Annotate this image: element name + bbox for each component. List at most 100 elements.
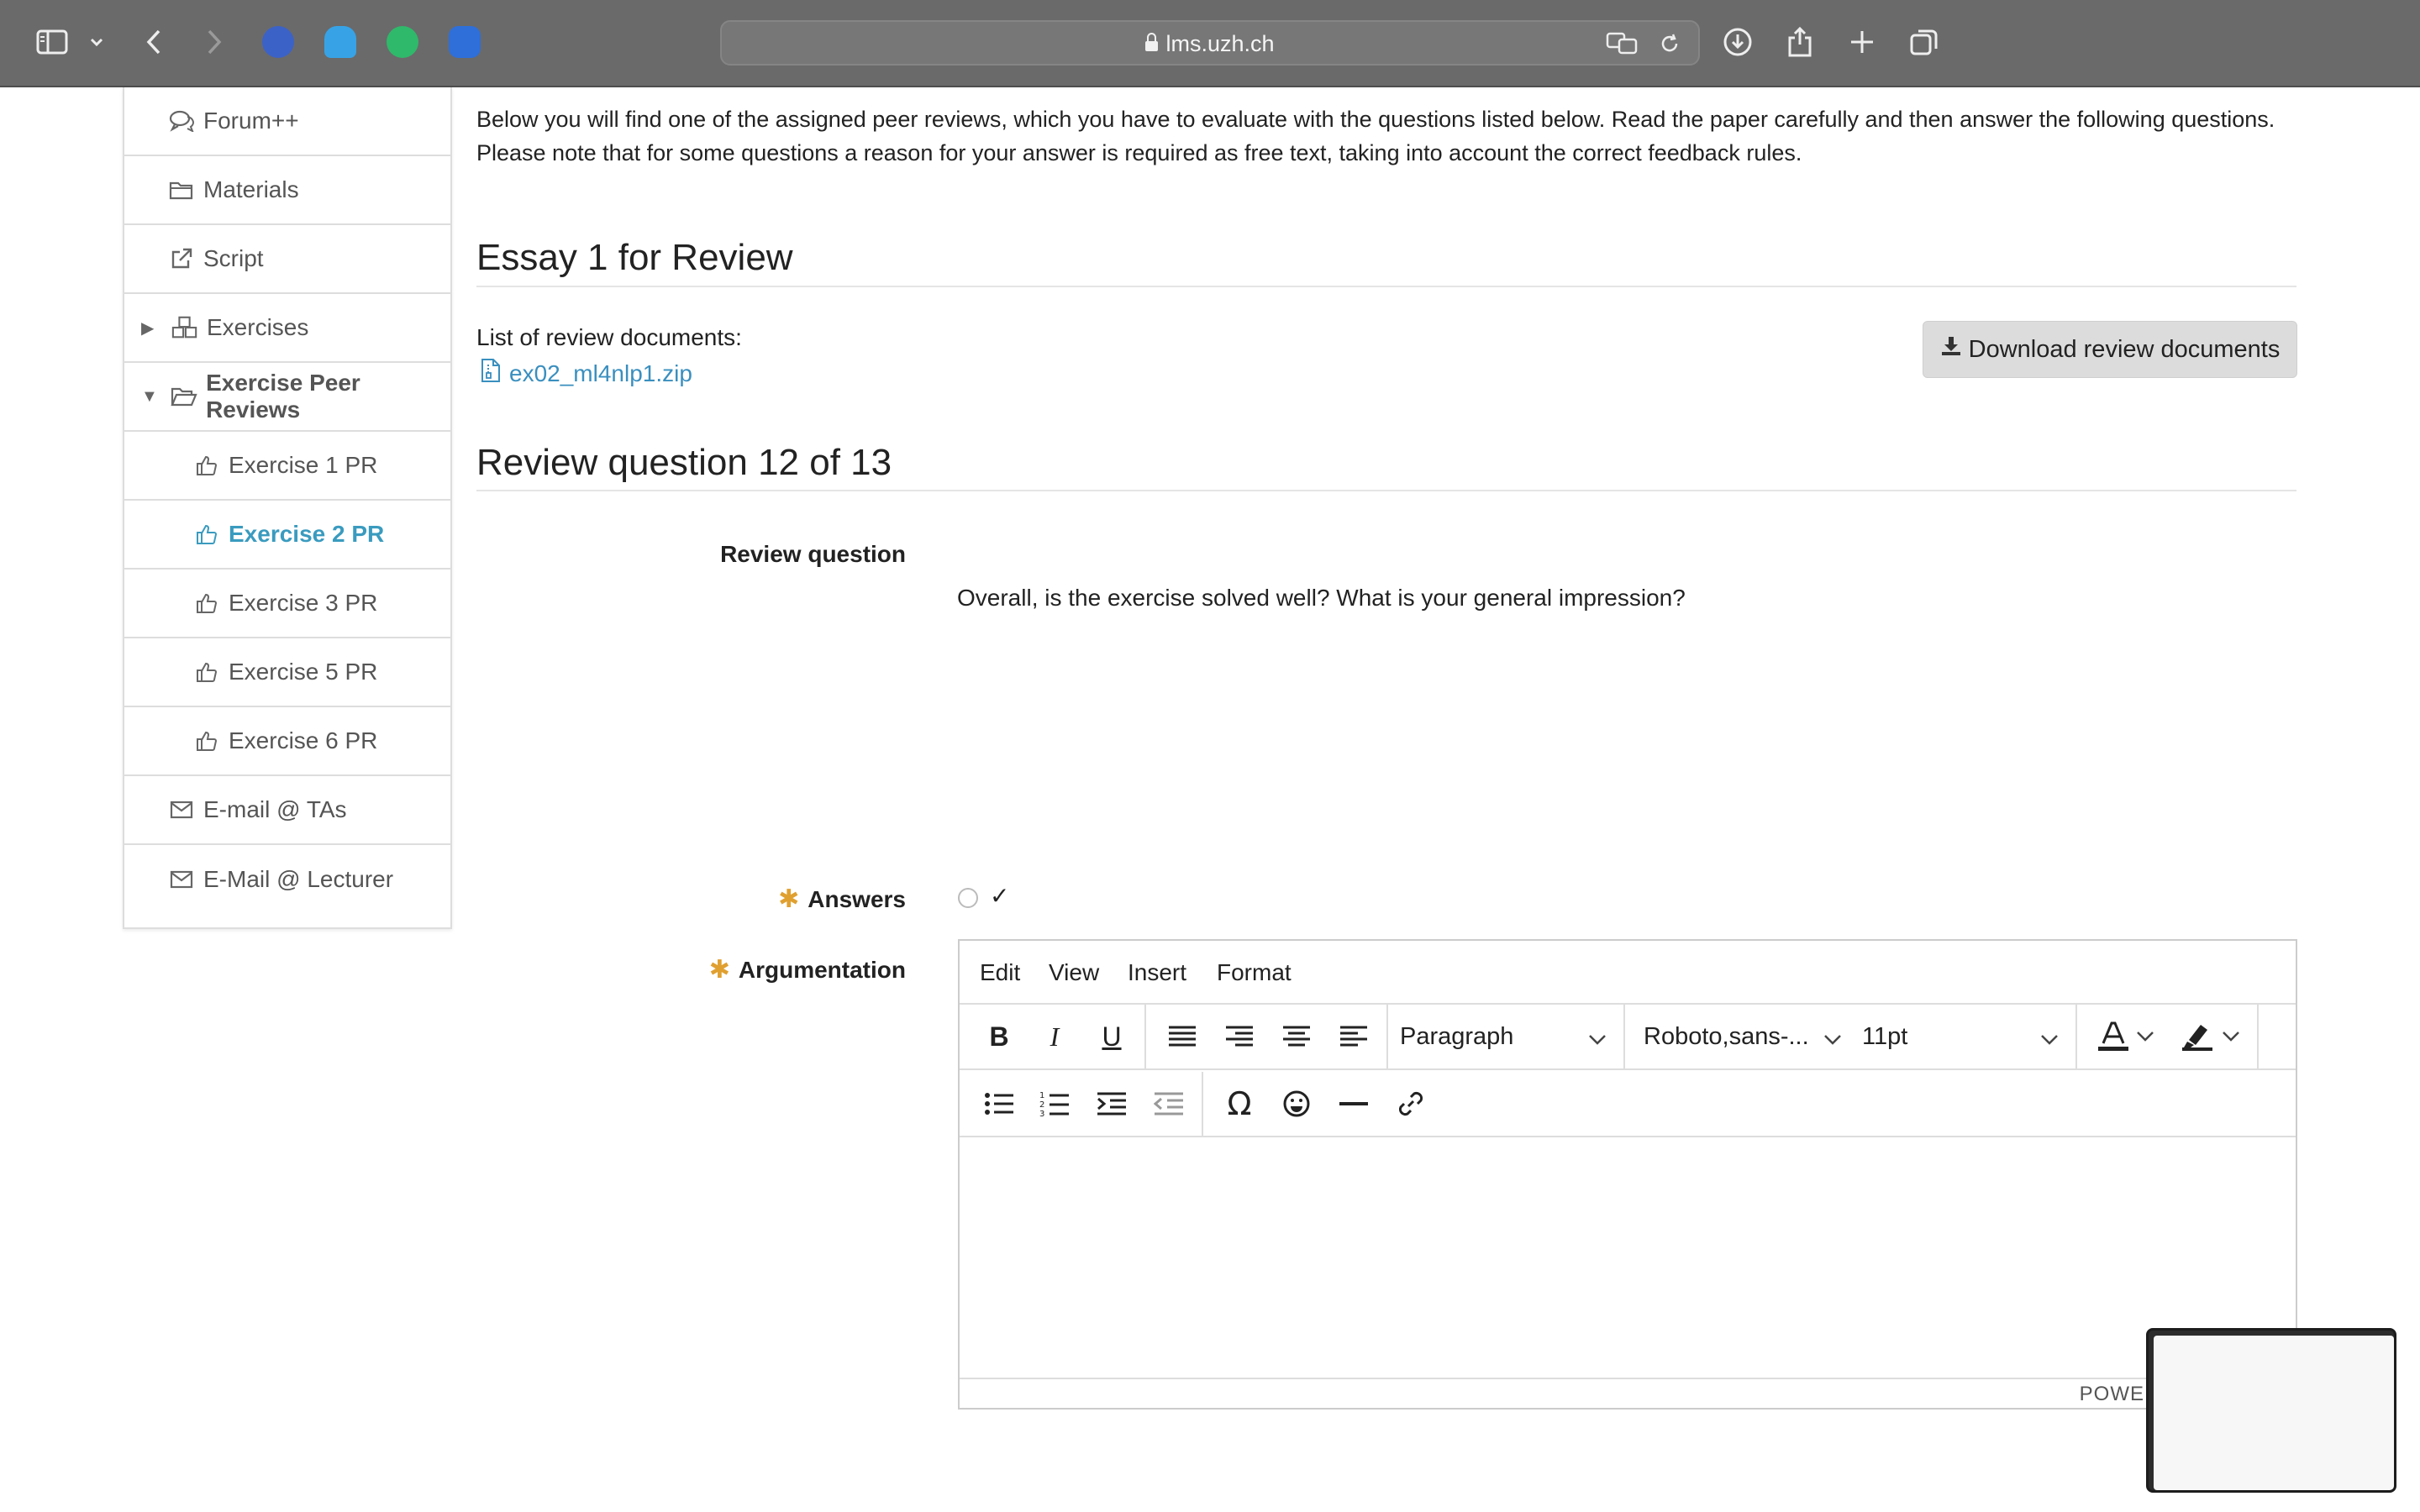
text-color-icon [2098,1021,2128,1051]
forward-icon[interactable] [202,22,227,62]
align-right-icon [1226,1026,1253,1047]
share-icon[interactable] [1783,22,1817,62]
numbered-list-icon: 123 [1039,1091,1069,1117]
sidebar-item-exercise-1-pr[interactable]: Exercise 1 PR [124,432,450,501]
sidebar-item-exercises[interactable]: ▶ Exercises [124,294,450,363]
chevron-down-icon [2040,1025,2059,1053]
reload-icon[interactable] [1658,32,1681,60]
font-size-value: 11pt [1862,1022,1908,1050]
align-center-button[interactable] [1269,1005,1324,1068]
chat-icon [168,110,195,132]
sidebar-item-label: Exercise 6 PR [229,727,378,753]
chevron-down-icon[interactable] [87,22,106,62]
lock-icon [1145,33,1159,51]
sidebar-toggle-icon[interactable] [34,22,71,62]
sidebar-item-materials[interactable]: Materials [124,156,450,225]
tab-overview-icon[interactable] [1907,22,1941,62]
svg-text:2: 2 [1039,1100,1044,1110]
sidebar-item-label: Materials [203,176,299,202]
svg-text:3: 3 [1039,1110,1044,1117]
sidebar-item-exercise-peer-reviews[interactable]: ▼ Exercise Peer Reviews [124,363,450,432]
align-center-icon [1283,1026,1310,1047]
sidebar-item-email-lecturer[interactable]: E-Mail @ Lecturer [124,845,450,914]
folder-open-icon [171,386,197,407]
sidebar-item-label: Exercise 2 PR [229,521,385,547]
sidebar-item-label: Forum++ [203,108,299,134]
highlight-color-button[interactable] [2170,1005,2225,1068]
insert-link-button[interactable] [1383,1072,1439,1136]
screenshot-thumbnail-preview[interactable] [2146,1328,2396,1493]
indent-button[interactable] [1084,1072,1139,1136]
editor-content-area[interactable] [960,1137,2296,1378]
svg-text:1: 1 [1039,1091,1044,1100]
menu-insert[interactable]: Insert [1128,959,1186,986]
font-family-select[interactable]: Roboto,sans-... [1644,1005,1845,1068]
back-icon[interactable] [141,22,166,62]
answer-radio[interactable] [958,888,978,908]
underline-button[interactable]: U [1084,1005,1139,1068]
sidebar-item-forum[interactable]: Forum++ [124,87,450,156]
divider [476,490,2296,491]
download-icon [1940,335,1962,364]
review-question-text: Overall, is the exercise solved well? Wh… [957,585,1686,611]
address-bar[interactable]: lms.uzh.ch [720,20,1700,66]
thumbs-up-icon [193,454,220,476]
emoji-button[interactable] [1269,1072,1324,1136]
intro-text: Below you will find one of the assigned … [476,107,2275,165]
review-document-link[interactable]: ex02_ml4nlp1.zip [481,358,692,389]
sidebar-item-script[interactable]: Script [124,225,450,294]
align-justify-button[interactable] [1155,1005,1210,1068]
vpn-extension-icon[interactable] [449,26,481,58]
bullet-list-button[interactable] [971,1072,1027,1136]
powered-by-label: POWE [2079,1383,2144,1405]
chevron-down-icon [2137,1032,2154,1042]
sidebar-item-exercise-2-pr[interactable]: Exercise 2 PR [124,501,450,570]
sidebar-item-exercise-6-pr[interactable]: Exercise 6 PR [124,707,450,776]
align-left-icon [1340,1026,1367,1047]
link-icon [1398,1091,1423,1116]
editor-toolbar-row-2: 123 Ω [960,1072,2296,1137]
shield-extension-icon[interactable] [262,26,294,58]
italic-button[interactable]: I [1027,1005,1082,1068]
menu-view[interactable]: View [1049,959,1099,986]
grammarly-icon[interactable] [387,26,418,58]
bold-button[interactable]: B [971,1005,1027,1068]
caret-right-icon[interactable]: ▶ [141,318,160,339]
font-family-value: Roboto,sans-... [1644,1022,1809,1050]
block-format-select[interactable]: Paragraph [1400,1005,1612,1068]
numbered-list-button[interactable]: 123 [1027,1072,1082,1136]
highlight-color-dropdown[interactable] [2218,1005,2244,1068]
sidebar-item-exercise-3-pr[interactable]: Exercise 3 PR [124,570,450,638]
required-marker: ✱ [778,885,800,913]
sidebar-item-exercise-5-pr[interactable]: Exercise 5 PR [124,638,450,707]
argumentation-editor: Edit View Insert Format B I U Paragraph … [958,939,2297,1410]
align-right-button[interactable] [1212,1005,1267,1068]
downloads-icon[interactable] [1721,22,1754,62]
menu-format[interactable]: Format [1217,959,1292,986]
course-navigation: Forum++ Materials Script ▶ Exercises ▼ E… [123,87,452,929]
sidebar-item-email-tas[interactable]: E-mail @ TAs [124,776,450,845]
thumbnail-image [2154,1336,2394,1490]
horizontal-line-button[interactable] [1326,1072,1381,1136]
download-review-documents-button[interactable]: Download review documents [1923,321,2297,378]
editor-toolbar-row-1: B I U Paragraph Roboto,sans-... 11pt [960,1005,2296,1070]
answers-label: ✱ Answers [778,885,906,914]
cubes-icon [171,315,198,340]
new-tab-icon[interactable] [1845,22,1879,62]
thumbs-up-icon [193,661,220,683]
menu-edit[interactable]: Edit [980,959,1020,986]
outdent-button[interactable] [1141,1072,1197,1136]
caret-down-icon[interactable]: ▼ [141,387,159,407]
horizontal-line-icon [1339,1102,1368,1105]
translate-icon[interactable] [1606,32,1639,60]
align-left-button[interactable] [1326,1005,1381,1068]
argumentation-label: ✱ Argumentation [709,955,906,984]
special-character-button[interactable]: Ω [1212,1072,1267,1136]
envelope-icon [168,801,195,819]
bullet-list-icon [985,1093,1013,1115]
ghostery-icon[interactable] [324,26,356,58]
chevron-down-icon [1823,1025,1842,1053]
text-color-dropdown[interactable] [2133,1005,2158,1068]
argumentation-label-text: Argumentation [738,957,906,983]
font-size-select[interactable]: 11pt [1862,1005,2064,1068]
